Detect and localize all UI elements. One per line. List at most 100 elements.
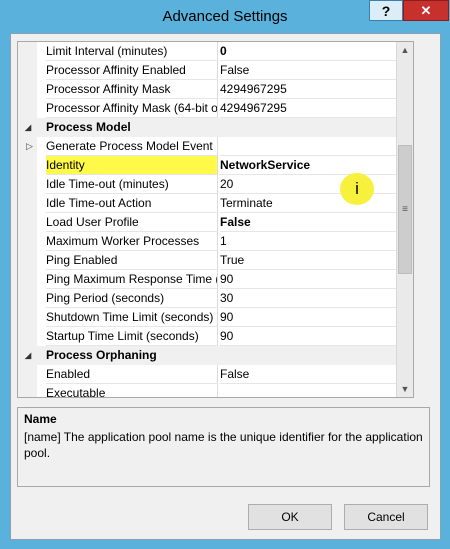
vertical-scrollbar[interactable]: ▲ ≡ ▼ — [396, 42, 413, 397]
property-row[interactable]: Ping Period (seconds) 30 — [18, 289, 413, 308]
property-row[interactable]: Load User Profile False — [18, 213, 413, 232]
column-divider — [217, 99, 218, 118]
property-name: Limit Interval (minutes) — [46, 42, 217, 61]
category-label: Process Orphaning — [46, 348, 157, 362]
column-divider — [217, 156, 218, 175]
property-value[interactable]: False — [220, 213, 413, 232]
collapse-triangle-icon[interactable]: ◢ — [25, 118, 31, 137]
description-text: [name] The application pool name is the … — [24, 430, 423, 460]
row-gutter — [18, 156, 37, 175]
column-divider — [217, 80, 218, 99]
close-button[interactable]: ✕ — [403, 0, 449, 21]
property-name: Processor Affinity Mask (64-bit o — [46, 99, 217, 118]
title-bar[interactable]: Advanced Settings ? ✕ — [0, 0, 450, 34]
column-divider — [217, 175, 218, 194]
row-gutter — [18, 175, 37, 194]
row-gutter — [18, 327, 37, 346]
property-name: Executable — [46, 384, 217, 397]
property-value[interactable]: 30 — [220, 289, 413, 308]
property-value[interactable]: 90 — [220, 327, 413, 346]
info-callout-icon: i — [340, 173, 374, 205]
row-gutter — [18, 251, 37, 270]
column-divider — [217, 270, 218, 289]
property-name: Processor Affinity Enabled — [46, 61, 217, 80]
column-divider — [217, 327, 218, 346]
property-row[interactable]: Enabled False — [18, 365, 413, 384]
scroll-up-arrow-icon[interactable]: ▲ — [397, 42, 413, 58]
property-name: Ping Enabled — [46, 251, 217, 270]
column-divider — [217, 194, 218, 213]
property-value[interactable] — [220, 137, 413, 156]
property-row[interactable]: Ping Maximum Response Time (90 — [18, 270, 413, 289]
property-row[interactable]: Startup Time Limit (seconds) 90 — [18, 327, 413, 346]
cancel-button[interactable]: Cancel — [344, 504, 428, 530]
property-value[interactable]: True — [220, 251, 413, 270]
row-gutter — [18, 80, 37, 99]
property-name: Startup Time Limit (seconds) — [46, 327, 217, 346]
property-row[interactable]: Shutdown Time Limit (seconds) 90 — [18, 308, 413, 327]
property-value[interactable]: False — [220, 61, 413, 80]
property-value[interactable]: 20 — [220, 175, 413, 194]
column-divider — [217, 61, 218, 80]
column-divider — [217, 213, 218, 232]
property-row[interactable]: Maximum Worker Processes 1 — [18, 232, 413, 251]
property-row[interactable]: Processor Affinity Mask 4294967295 — [18, 80, 413, 99]
scroll-down-arrow-icon[interactable]: ▼ — [397, 381, 413, 397]
ok-button[interactable]: OK — [248, 504, 332, 530]
property-name: Ping Period (seconds) — [46, 289, 217, 308]
property-value[interactable]: NetworkService — [220, 156, 413, 175]
property-value[interactable]: Terminate — [220, 194, 413, 213]
property-value[interactable]: 0 — [220, 42, 413, 61]
property-value[interactable]: 4294967295 — [220, 80, 413, 99]
collapse-triangle-icon[interactable]: ◢ — [25, 346, 31, 365]
category-label: Process Model — [46, 120, 131, 134]
column-divider — [217, 42, 218, 61]
row-gutter — [18, 194, 37, 213]
property-value[interactable]: 1 — [220, 232, 413, 251]
description-title: Name — [24, 412, 57, 426]
property-row[interactable]: Executable — [18, 384, 413, 397]
property-value[interactable]: 90 — [220, 308, 413, 327]
row-gutter — [18, 365, 37, 384]
column-divider — [217, 251, 218, 270]
property-name: Idle Time-out Action — [46, 194, 217, 213]
property-list: Limit Interval (minutes) 0 Processor Affin… — [18, 42, 413, 397]
help-button[interactable]: ? — [369, 0, 403, 21]
property-name: Maximum Worker Processes — [46, 232, 217, 251]
property-row[interactable]: Limit Interval (minutes) 0 — [18, 42, 413, 61]
expand-triangle-icon[interactable]: ▷ — [26, 137, 33, 156]
column-divider — [217, 137, 218, 156]
category-row[interactable]: ◢ Process Orphaning — [18, 346, 413, 365]
category-row[interactable]: ◢ Process Model — [18, 118, 413, 137]
property-row[interactable]: ▷ Generate Process Model Event L — [18, 137, 413, 156]
property-row[interactable]: Identity NetworkService — [18, 156, 413, 175]
scroll-thumb[interactable]: ≡ — [398, 145, 412, 274]
property-grid[interactable]: Limit Interval (minutes) 0 Processor Affin… — [17, 41, 414, 398]
property-row[interactable]: Processor Affinity Mask (64-bit o 4294967… — [18, 99, 413, 118]
dialog-body: Limit Interval (minutes) 0 Processor Affin… — [10, 33, 441, 540]
property-row[interactable]: Ping Enabled True — [18, 251, 413, 270]
row-gutter — [18, 289, 37, 308]
row-gutter — [18, 42, 37, 61]
property-value[interactable] — [220, 384, 413, 397]
property-name: Processor Affinity Mask — [46, 80, 217, 99]
row-gutter — [18, 232, 37, 251]
column-divider — [217, 365, 218, 384]
property-value[interactable]: 4294967295 — [220, 99, 413, 118]
column-divider — [217, 308, 218, 327]
property-value[interactable]: False — [220, 365, 413, 384]
row-gutter — [18, 213, 37, 232]
column-divider — [217, 384, 218, 397]
row-gutter — [18, 384, 37, 397]
description-panel: Name [name] The application pool name is… — [17, 407, 430, 487]
property-name: Shutdown Time Limit (seconds) — [46, 308, 217, 327]
grip-icon: ≡ — [402, 204, 408, 215]
row-gutter — [18, 99, 37, 118]
property-name: Idle Time-out (minutes) — [46, 175, 217, 194]
property-row[interactable]: Processor Affinity Enabled False — [18, 61, 413, 80]
property-name: Enabled — [46, 365, 217, 384]
column-divider — [217, 232, 218, 251]
row-gutter — [18, 308, 37, 327]
property-value[interactable]: 90 — [220, 270, 413, 289]
property-name: Ping Maximum Response Time ( — [46, 270, 217, 289]
